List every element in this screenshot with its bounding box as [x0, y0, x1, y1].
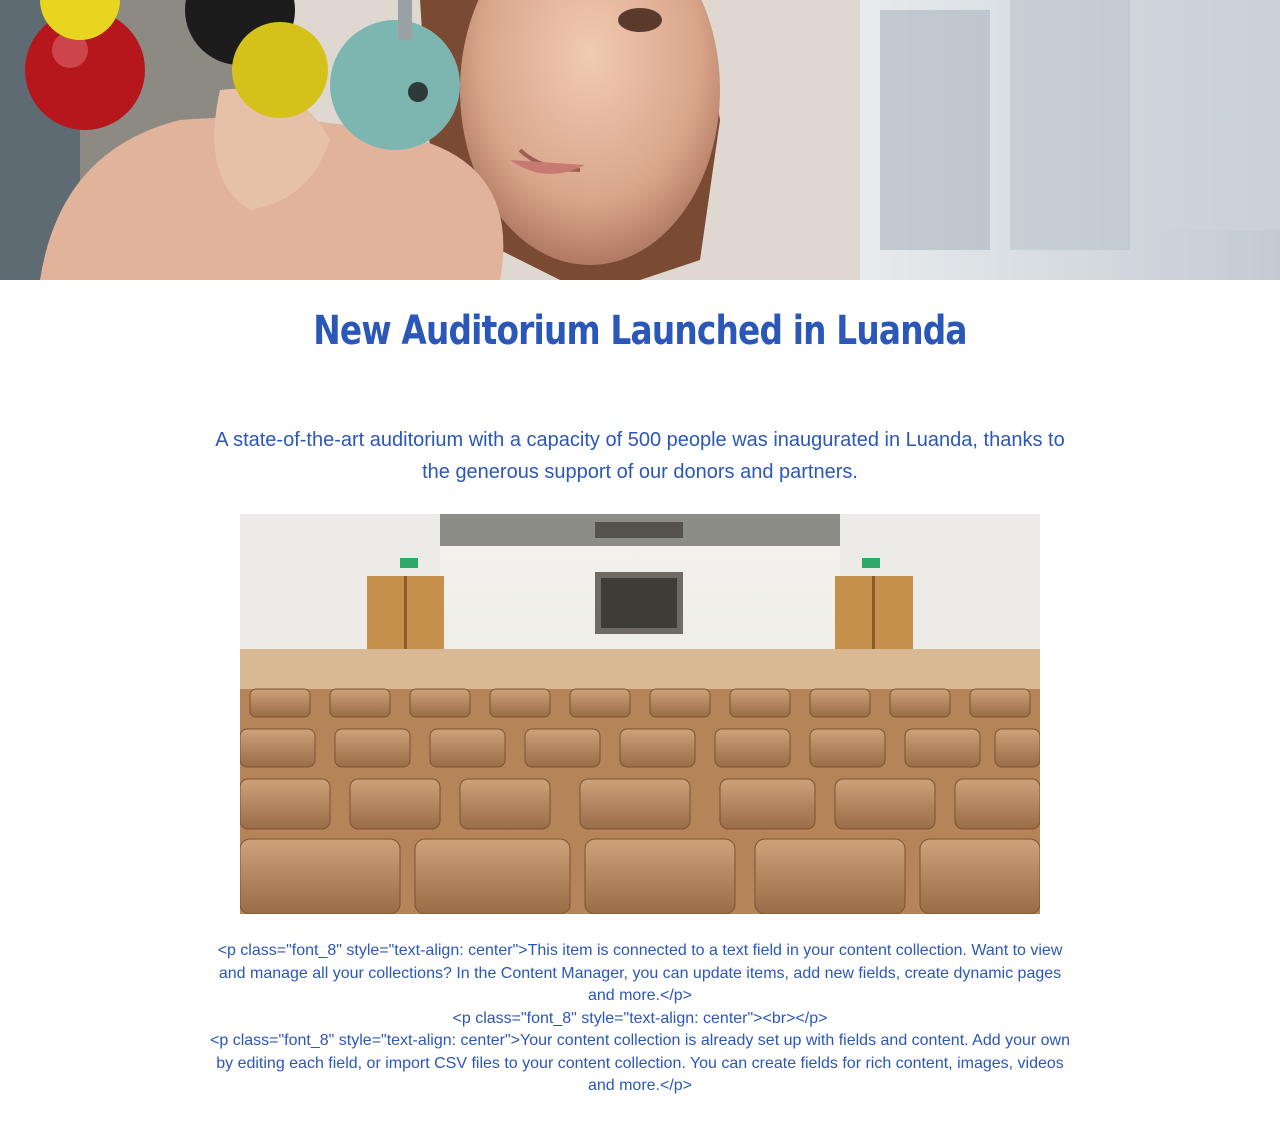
auditorium-photo: [240, 514, 1040, 914]
hero-illustration: [0, 0, 1280, 280]
article-body: <p class="font_8" style="text-align: cen…: [210, 940, 1070, 1098]
article-lead: A state-of-the-art auditorium with a cap…: [215, 429, 1065, 483]
body-paragraph-3: <p class="font_8" style="text-align: cen…: [210, 1032, 1070, 1094]
body-paragraph-1: <p class="font_8" style="text-align: cen…: [217, 942, 1063, 1004]
hero-image: [0, 0, 1280, 280]
article-title: New Auditorium Launched in Luanda: [313, 308, 967, 354]
auditorium-illustration: [240, 514, 1040, 914]
body-paragraph-2: <p class="font_8" style="text-align: cen…: [452, 1009, 828, 1027]
